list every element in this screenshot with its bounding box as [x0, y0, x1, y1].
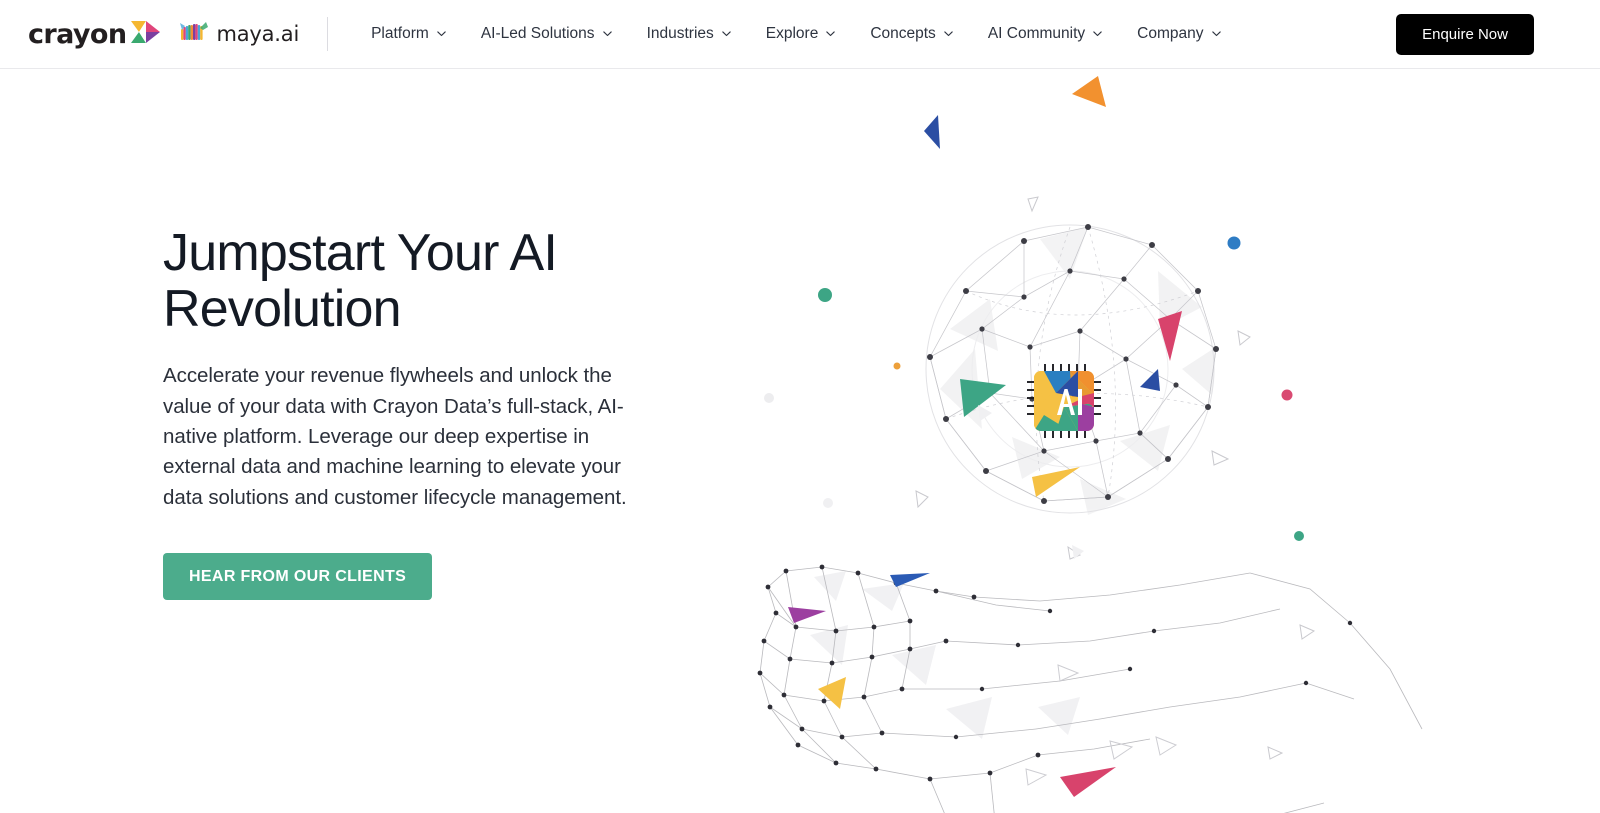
- nav-label: Concepts: [870, 25, 936, 43]
- accent-triangle-yellow-2: [818, 677, 846, 709]
- nav-item-ai-community[interactable]: AI Community: [971, 16, 1120, 52]
- accent-dot-gray-2: [823, 498, 833, 508]
- hero-subtitle: Accelerate your revenue flywheels and un…: [163, 364, 627, 509]
- accent-triangle-navy-2: [1140, 369, 1160, 391]
- maya-ai-logo[interactable]: maya.ai: [179, 20, 299, 49]
- enquire-now-button[interactable]: Enquire Now: [1396, 14, 1534, 55]
- nav-label: AI-Led Solutions: [480, 25, 595, 43]
- nav-label: Company: [1137, 25, 1204, 43]
- chevron-down-icon: [943, 28, 954, 39]
- maya-wordmark: maya.ai: [216, 21, 300, 46]
- nav-label: AI Community: [987, 25, 1086, 43]
- hero-artwork: [740, 69, 1600, 813]
- nav-item-ai-led-solutions[interactable]: AI-Led Solutions: [464, 16, 630, 52]
- page-title: Jumpstart Your AI Revolution: [163, 224, 558, 339]
- site-header: crayon maya.ai Platform AI-Led Solutions…: [0, 0, 1600, 69]
- main-navigation: Platform AI-Led Solutions Industries Exp…: [354, 16, 1238, 52]
- maya-dog-icon: [179, 20, 213, 49]
- chevron-down-icon: [1092, 28, 1103, 39]
- nav-label: Platform: [371, 25, 429, 43]
- header-divider: [327, 17, 329, 51]
- accent-dot-green: [818, 288, 832, 302]
- chevron-down-icon: [721, 28, 732, 39]
- nav-item-company[interactable]: Company: [1120, 16, 1238, 52]
- wireframe-hand-icon: [757, 564, 1423, 813]
- nav-item-explore[interactable]: Explore: [749, 16, 854, 52]
- accent-triangle-yellow: [1032, 467, 1080, 497]
- chevron-down-icon: [436, 28, 447, 39]
- accent-triangle-navy: [924, 115, 940, 149]
- hero-copy: Jumpstart Your AI Revolution Accelerate …: [163, 225, 663, 600]
- accent-dot-pink: [1281, 389, 1293, 401]
- accent-triangle-blue: [890, 573, 930, 587]
- accent-dot-orange: [893, 362, 901, 370]
- nav-item-platform[interactable]: Platform: [354, 16, 464, 52]
- accent-triangle-orange: [1072, 76, 1106, 107]
- accent-dot-gray: [764, 393, 774, 403]
- nav-item-concepts[interactable]: Concepts: [853, 16, 970, 52]
- crayon-arrow-icon: [131, 19, 161, 50]
- chevron-down-icon: [825, 28, 836, 39]
- nav-label: Explore: [765, 25, 819, 43]
- accent-dot-green-2: [1294, 531, 1304, 541]
- crayon-wordmark: crayon: [28, 18, 127, 50]
- ai-chip-icon: [1026, 363, 1102, 439]
- brand-group: crayon maya.ai: [28, 19, 299, 50]
- hear-from-our-clients-button[interactable]: HEAR FROM OUR CLIENTS: [163, 552, 433, 600]
- chevron-down-icon: [602, 28, 613, 39]
- nav-label: Industries: [646, 25, 714, 43]
- accent-triangle-pink-2: [1060, 767, 1116, 797]
- nav-item-industries[interactable]: Industries: [630, 16, 749, 52]
- hero-section: Jumpstart Your AI Revolution Accelerate …: [0, 69, 1600, 813]
- chevron-down-icon: [1211, 28, 1222, 39]
- accent-dot-blue: [1227, 236, 1241, 250]
- accent-triangle-pink: [1158, 311, 1182, 361]
- landing-page: crayon maya.ai Platform AI-Led Solutions…: [0, 0, 1600, 813]
- crayon-logo[interactable]: crayon: [28, 19, 161, 50]
- accent-triangle-green: [960, 379, 1006, 417]
- accent-triangle-purple: [788, 607, 826, 623]
